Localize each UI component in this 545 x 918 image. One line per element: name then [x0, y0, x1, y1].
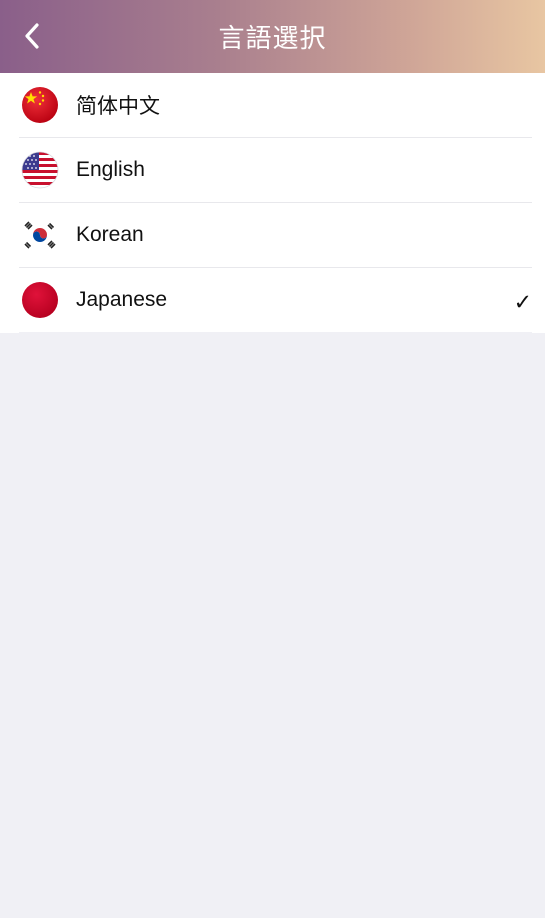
language-list: 简体中文 English Korean Japanese ✓ [0, 73, 545, 333]
language-label: Japanese [76, 288, 168, 311]
usa-flag-icon [21, 151, 59, 189]
language-label: Korean [76, 223, 144, 246]
language-item-korean[interactable]: Korean [19, 203, 532, 268]
app-header: 言語選択 [0, 0, 545, 73]
chevron-left-icon [25, 23, 39, 49]
selected-check-icon: ✓ [513, 290, 532, 316]
back-button[interactable] [14, 18, 50, 54]
language-item-chinese[interactable]: 简体中文 [19, 73, 532, 138]
language-label: 简体中文 [76, 95, 160, 118]
china-flag-icon [21, 86, 59, 124]
japan-flag-icon [21, 281, 59, 319]
language-label: English [76, 158, 145, 181]
page-title: 言語選択 [218, 23, 327, 53]
language-item-japanese[interactable]: Japanese ✓ [19, 268, 532, 333]
korea-flag-icon [21, 216, 59, 254]
language-item-english[interactable]: English [19, 138, 532, 203]
